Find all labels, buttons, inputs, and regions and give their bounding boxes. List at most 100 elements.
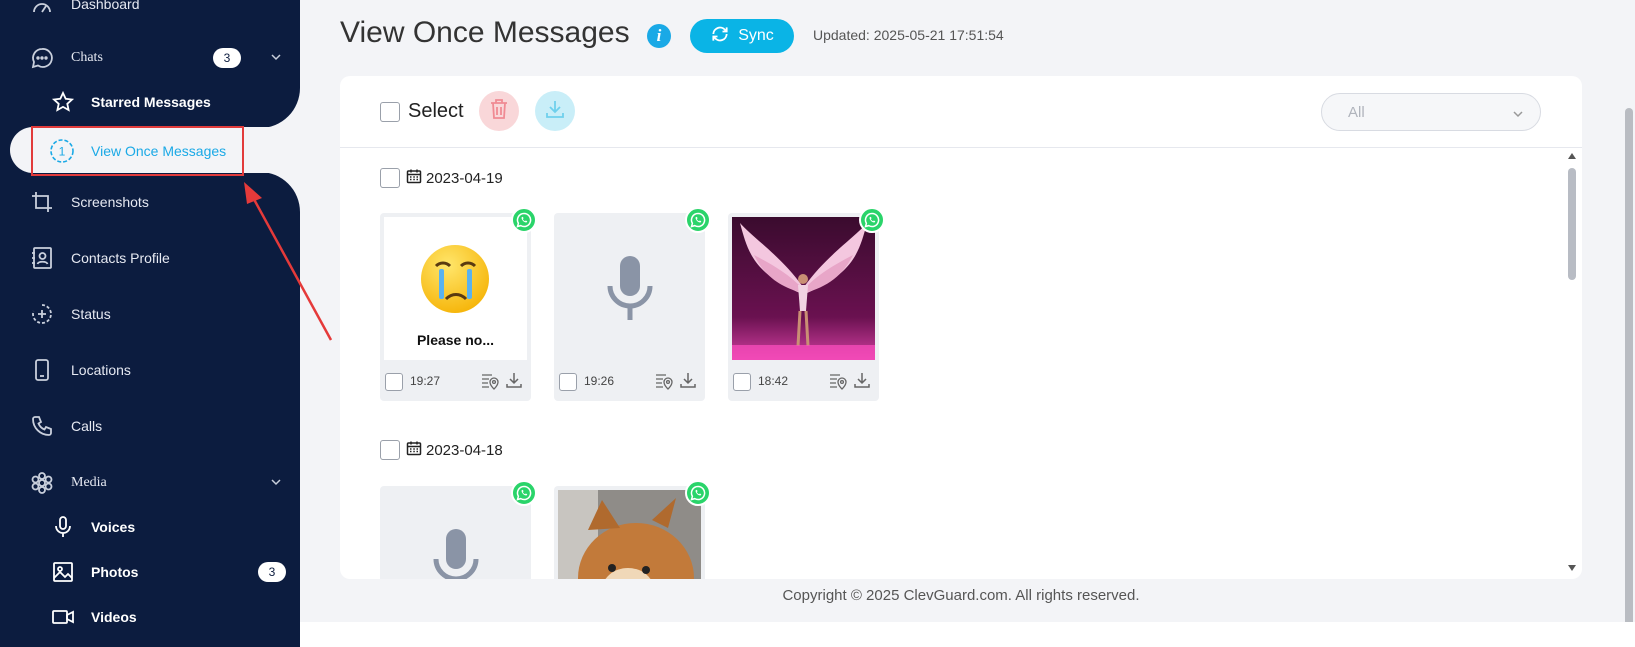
sidebar-item-label: Voices (91, 519, 136, 535)
sidebar-item-videos[interactable]: Videos (0, 595, 300, 639)
sync-button[interactable]: Sync (690, 19, 794, 53)
sidebar-item-label: Screenshots (71, 194, 149, 210)
sidebar-item-dashboard[interactable]: Dashboard (0, 0, 300, 26)
sidebar-item-contacts-profile[interactable]: Contacts Profile (0, 236, 300, 280)
sidebar-item-label: Status (71, 306, 111, 322)
sidebar-item-label: Starred Messages (91, 94, 211, 110)
message-time: 18:42 (758, 374, 789, 388)
sidebar-item-voices[interactable]: Voices (0, 505, 300, 549)
photo-icon (49, 558, 77, 586)
filter-value: All (1348, 104, 1365, 121)
microphone-icon (49, 513, 77, 541)
video-icon (49, 603, 77, 631)
chevron-down-icon (1512, 107, 1524, 125)
download-button[interactable] (535, 91, 575, 131)
sidebar-item-status[interactable]: Status (0, 292, 300, 336)
angel-wings-photo-thumbnail (732, 217, 875, 360)
message-card[interactable]: 19:26 (554, 207, 711, 401)
sync-icon (710, 24, 730, 49)
dashboard-icon (28, 0, 56, 18)
message-card[interactable]: Please no... 19:27 (380, 207, 537, 401)
message-checkbox[interactable] (733, 373, 751, 391)
date-group-checkbox[interactable] (380, 168, 400, 188)
message-card[interactable]: 18:42 (728, 207, 885, 401)
view-once-icon: 1 (49, 138, 75, 169)
download-icon (545, 99, 565, 124)
svg-text:1: 1 (59, 145, 66, 159)
date-group-checkbox[interactable] (380, 440, 400, 460)
puppy-photo-thumbnail (558, 490, 701, 579)
sidebar-item-starred-messages[interactable]: Starred Messages (0, 80, 300, 124)
sidebar-item-view-once-messages[interactable]: 1 View Once Messages (31, 126, 244, 176)
page-title: View Once Messages (340, 16, 630, 49)
calendar-icon (406, 168, 422, 188)
sidebar-item-label: Dashboard (71, 0, 140, 12)
select-all-checkbox[interactable] (380, 102, 400, 122)
whatsapp-icon (511, 207, 537, 233)
crying-emoji-thumbnail: Please no... (384, 217, 527, 360)
date-label: 2023-04-19 (426, 169, 503, 187)
location-info-icon[interactable] (480, 371, 500, 396)
angel-wings-photo (732, 217, 875, 360)
whatsapp-icon (685, 207, 711, 233)
whatsapp-icon (511, 480, 537, 506)
toolbar: Select All (340, 76, 1582, 148)
crop-icon (28, 188, 56, 216)
select-label: Select (408, 100, 464, 122)
footer-copyright: Copyright © 2025 ClevGuard.com. All righ… (782, 587, 1140, 604)
messages-panel: Select All 2023-04-19 Please no... 19:27… (340, 76, 1582, 579)
download-icon[interactable] (679, 371, 697, 394)
sidebar-item-label: Videos (91, 609, 137, 625)
message-time: 19:26 (584, 374, 615, 388)
sync-label: Sync (738, 27, 774, 44)
page-scroll-thumb[interactable] (1625, 108, 1633, 647)
contact-card-icon (28, 244, 56, 272)
sidebar-item-photos[interactable]: Photos 3 (0, 550, 300, 594)
sidebar-item-calls[interactable]: Calls (0, 404, 300, 448)
download-icon[interactable] (505, 371, 523, 394)
sidebar-item-chats[interactable]: Chats 3 (0, 36, 300, 80)
sidebar-item-media[interactable]: Media (0, 461, 300, 505)
info-icon[interactable]: i (647, 24, 671, 48)
sidebar-item-label: Contacts Profile (71, 250, 170, 266)
delete-button[interactable] (479, 91, 519, 131)
location-info-icon[interactable] (828, 371, 848, 396)
location-info-icon[interactable] (654, 371, 674, 396)
updated-timestamp: Updated: 2025-05-21 17:51:54 (813, 27, 1004, 43)
chevron-down-icon[interactable] (270, 50, 282, 66)
status-icon (28, 300, 56, 328)
filter-select[interactable]: All (1321, 93, 1541, 131)
message-time: 19:27 (410, 374, 441, 388)
chevron-down-icon[interactable] (270, 475, 282, 491)
message-card[interactable] (380, 480, 537, 579)
date-group-header: 2023-04-18 (406, 440, 503, 460)
puppy-photo (558, 490, 701, 579)
date-label: 2023-04-18 (426, 441, 503, 459)
chats-count-badge: 3 (213, 48, 241, 68)
calendar-icon (406, 440, 422, 460)
chat-icon (28, 44, 56, 72)
trash-icon (489, 98, 509, 125)
call-icon (28, 412, 56, 440)
date-group-header: 2023-04-19 (406, 168, 503, 188)
sidebar-item-screenshots[interactable]: Screenshots (0, 180, 300, 224)
sidebar-item-locations[interactable]: Locations (0, 348, 300, 392)
sidebar-item-label: View Once Messages (91, 143, 227, 159)
photos-count-badge: 3 (258, 562, 286, 582)
sidebar-item-label: Calls (71, 418, 103, 434)
message-card[interactable] (554, 480, 711, 579)
sidebar-item-label: Locations (71, 362, 131, 378)
message-checkbox[interactable] (385, 373, 403, 391)
sidebar-item-label: Photos (91, 564, 139, 580)
microphone-icon (433, 528, 478, 579)
microphone-icon (607, 255, 652, 320)
message-checkbox[interactable] (559, 373, 577, 391)
download-icon[interactable] (853, 371, 871, 394)
sidebar-item-label: Chats (71, 50, 103, 65)
media-icon (28, 469, 56, 497)
star-icon (49, 88, 77, 116)
panel-scroll-thumb[interactable] (1568, 168, 1576, 280)
sidebar-item-label: Media (71, 475, 107, 490)
whatsapp-icon (859, 207, 885, 233)
bottom-strip (300, 622, 1635, 647)
